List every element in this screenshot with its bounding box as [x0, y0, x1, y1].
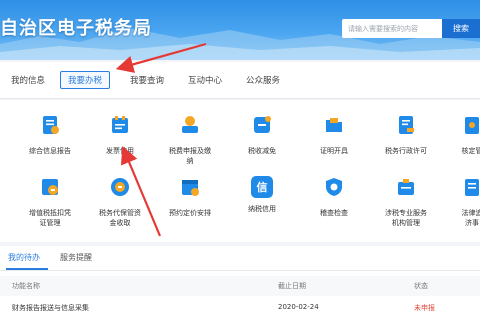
service-label: 纳税信用	[248, 205, 276, 213]
certificate-icon	[326, 118, 342, 132]
service-label: 综合信息报告	[29, 147, 71, 155]
task-tabs: 我的待办 服务提醒	[0, 246, 480, 271]
search-button[interactable]: 搜索	[442, 19, 480, 38]
task-status: 未申报	[414, 304, 435, 312]
verify-icon	[465, 117, 479, 134]
service-label: 预约定价安排	[169, 209, 211, 217]
service-label: 税务代保管资 金收取	[99, 209, 141, 227]
service-vat-voucher[interactable]: 增值税抵扣凭 证管理	[10, 176, 90, 228]
invoice-icon	[112, 116, 128, 133]
search-input[interactable]	[342, 19, 442, 38]
service-label: 税费申报及缴 纳	[169, 147, 211, 165]
service-tax-relief[interactable]: 税收减免	[222, 114, 302, 156]
tab-query[interactable]: 我要查询	[122, 71, 172, 89]
active-tab-underline	[6, 268, 48, 270]
agency-icon	[398, 179, 414, 195]
service-advance-pricing[interactable]: 预约定价安排	[150, 176, 230, 218]
tax-declare-icon	[182, 116, 198, 133]
legal-icon	[465, 179, 479, 196]
service-label: 稽查检查	[320, 209, 348, 217]
license-icon	[399, 116, 414, 134]
service-grid: 综合信息报告 发票使用 税费申报及缴 纳 税收减免 证明开具 税务行政许可 核定…	[0, 100, 480, 242]
table-row[interactable]: 财务报告报送与信息采集 2020-02-24 未申报	[0, 298, 480, 318]
inspection-icon	[326, 178, 342, 196]
column-header-name: 功能名称	[12, 282, 40, 290]
vat-voucher-icon	[42, 179, 58, 195]
column-header-deadline: 截止日期	[278, 282, 306, 290]
service-tax-credit[interactable]: 信 纳税信用	[222, 176, 302, 214]
service-label: 证明开具	[320, 147, 348, 155]
service-invoice-use[interactable]: 发票使用	[80, 114, 160, 156]
service-tax-declare[interactable]: 税费申报及缴 纳	[150, 114, 230, 166]
header-banner: 自治区电子税务局 搜索	[0, 0, 480, 60]
service-certificate[interactable]: 证明开具	[294, 114, 374, 156]
column-header-status: 状态	[414, 282, 428, 290]
service-label: 核定管	[461, 147, 480, 155]
service-inspection[interactable]: 稽查检查	[294, 176, 374, 218]
service-label: 税收减免	[248, 147, 276, 155]
service-legal-remedy[interactable]: 法律追 济事	[432, 176, 480, 228]
site-title: 自治区电子税务局	[0, 18, 152, 39]
service-label: 法律追 济事	[461, 209, 480, 227]
report-icon	[43, 116, 59, 134]
tab-my-todo[interactable]: 我的待办	[8, 252, 40, 263]
pricing-icon	[182, 180, 199, 196]
credit-icon: 信	[251, 176, 273, 198]
funds-custody-icon	[111, 178, 129, 196]
tab-my-info[interactable]: 我的信息	[6, 71, 50, 89]
task-deadline: 2020-02-24	[278, 303, 319, 311]
main-nav: 我的信息 我要办税 我要查询 互动中心 公众服务	[0, 62, 480, 99]
service-label: 发票使用	[106, 147, 134, 155]
tab-service-reminder[interactable]: 服务提醒	[60, 252, 92, 263]
tab-handle-tax[interactable]: 我要办税	[60, 71, 110, 89]
service-comprehensive-report[interactable]: 综合信息报告	[10, 114, 90, 156]
task-table-header: 功能名称 截止日期 状态	[0, 276, 480, 296]
tax-relief-icon	[254, 116, 271, 133]
service-funds-custody[interactable]: 税务代保管资 金收取	[80, 176, 160, 228]
task-name[interactable]: 财务报告报送与信息采集	[12, 303, 89, 313]
service-verification[interactable]: 核定管	[432, 114, 480, 156]
task-panel: 我的待办 服务提醒 功能名称 截止日期 状态 财务报告报送与信息采集 2020-…	[0, 246, 480, 320]
service-label: 增值税抵扣凭 证管理	[29, 209, 71, 227]
tab-interaction[interactable]: 互动中心	[180, 71, 230, 89]
tab-public-service[interactable]: 公众服务	[238, 71, 288, 89]
